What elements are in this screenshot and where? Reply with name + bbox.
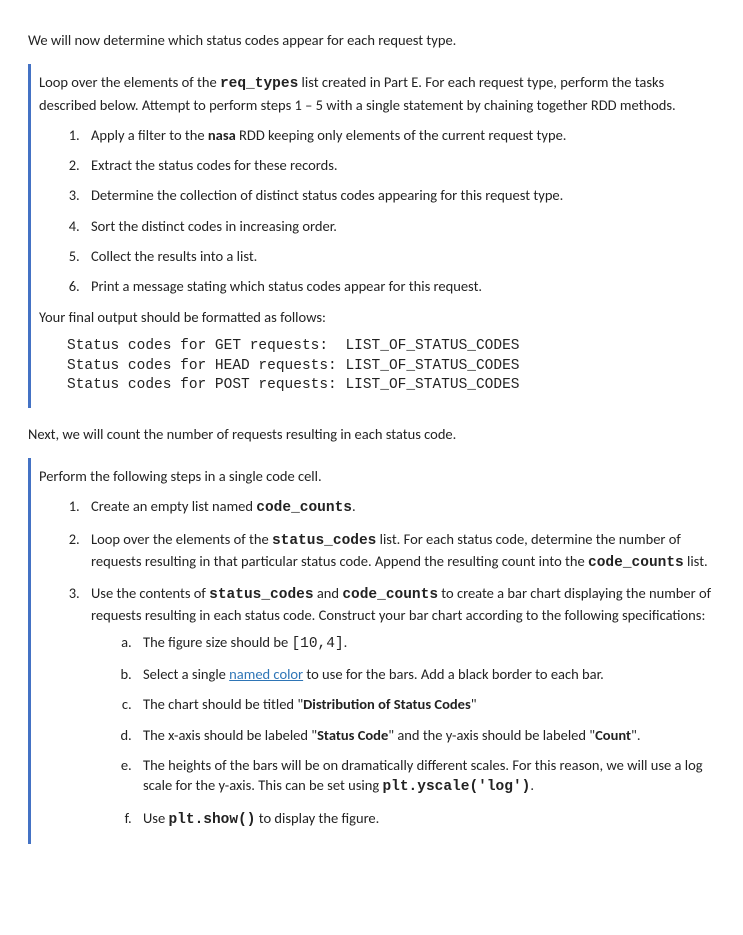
instruction-block-2: Perform the following steps in a single … [28,458,715,844]
block1-intro: Loop over the elements of the req_types … [39,72,715,115]
intro-paragraph-2: Next, we will count the number of reques… [28,424,715,444]
code-token-nasa: nasa [208,126,236,144]
substep-d: The x-axis should be labeled "Status Cod… [135,725,715,745]
text: . [352,497,356,515]
code-token-req-types: req_types [220,76,298,92]
text: Loop over the elements of the [91,530,272,548]
text: ". [631,726,640,744]
block2-steps: Create an empty list named code_counts. … [39,496,715,830]
xlabel-text: Status Code [317,726,388,744]
chart-title-text: Distribution of Status Codes [303,695,471,713]
block1-steps: Apply a filter to the nasa RDD keeping o… [39,125,715,297]
step-1: Apply a filter to the nasa RDD keeping o… [83,125,715,145]
link-named-color[interactable]: named color [229,665,303,683]
step-3: Use the contents of status_codes and cod… [83,583,715,830]
text: " [471,695,477,713]
code-sample-output: Status codes for GET requests: LIST_OF_S… [67,337,715,396]
text: Use the contents of [91,584,209,602]
substep-f: Use plt.show() to display the figure. [135,808,715,830]
text: to display the figure. [255,809,379,827]
text: Apply a filter to the [91,126,208,144]
text: Create an empty list named [91,497,256,515]
text: list. [684,552,708,570]
step-4: Sort the distinct codes in increasing or… [83,216,715,236]
code-token-status-codes-2: status_codes [209,587,313,603]
step-2: Loop over the elements of the status_cod… [83,529,715,574]
step-5: Collect the results into a list. [83,246,715,266]
step-1: Create an empty list named code_counts. [83,496,715,518]
step-3: Determine the collection of distinct sta… [83,185,715,205]
text: Use [143,809,168,827]
text: . [530,776,534,794]
text: Select a single [143,665,229,683]
text: " and the y-axis should be labeled " [388,726,595,744]
intro-paragraph-1: We will now determine which status codes… [28,30,715,50]
text: and [314,584,343,602]
text: The chart should be titled " [143,695,303,713]
block2-intro: Perform the following steps in a single … [39,466,715,486]
code-token-code-counts: code_counts [256,500,352,516]
step-2: Extract the status codes for these recor… [83,155,715,175]
code-token-yscale: plt.yscale('log') [382,779,530,795]
substep-c: The chart should be titled "Distribution… [135,694,715,714]
code-token-status-codes: status_codes [272,533,376,549]
code-token-pltshow: plt.show() [168,812,255,828]
text: The figure size should be [143,633,291,651]
block2-substeps: The figure size should be [10,4]. Select… [91,632,715,830]
text: Loop over the elements of the [39,73,220,91]
code-token-figsize: [10,4] [291,636,343,652]
code-token-code-counts-2: code_counts [588,555,684,571]
text: . [344,633,348,651]
substep-e: The heights of the bars will be on drama… [135,755,715,798]
substep-b: Select a single named color to use for t… [135,664,715,684]
substep-a: The figure size should be [10,4]. [135,632,715,654]
ylabel-text: Count [595,726,631,744]
instruction-block-1: Loop over the elements of the req_types … [28,64,715,407]
step-6: Print a message stating which status cod… [83,276,715,296]
text: RDD keeping only elements of the current… [236,126,567,144]
code-token-code-counts-3: code_counts [342,587,438,603]
block1-outro: Your final output should be formatted as… [39,307,715,327]
text: to use for the bars. Add a black border … [303,665,604,683]
text: The x-axis should be labeled " [143,726,317,744]
